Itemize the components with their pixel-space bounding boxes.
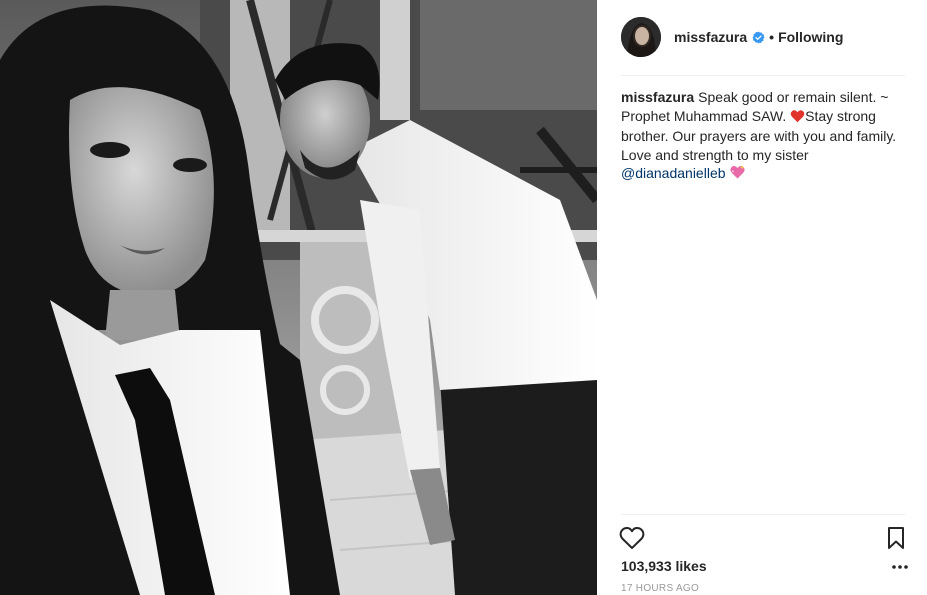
caption-mention-link[interactable]: @dianadanielleb	[621, 165, 726, 181]
save-button[interactable]	[885, 526, 907, 550]
post-side-panel: missfazura • Following missfazura Speak g…	[597, 0, 927, 595]
likes-count[interactable]: 103,933 likes	[621, 558, 707, 574]
sparkling-heart-icon	[729, 164, 746, 185]
verified-badge-icon	[752, 31, 765, 44]
post-photo[interactable]	[0, 0, 597, 595]
post-timestamp[interactable]: 17 HOURS AGO	[621, 583, 699, 594]
caption-username-link[interactable]: missfazura	[621, 89, 694, 105]
following-button[interactable]: Following	[778, 29, 843, 45]
like-button[interactable]	[619, 526, 645, 550]
header-divider	[621, 75, 905, 76]
actions-divider	[621, 514, 905, 515]
post-caption: missfazura Speak good or remain silent. ~…	[621, 88, 911, 185]
post-actions-bar	[619, 524, 909, 552]
heart-outline-icon	[619, 526, 645, 549]
red-heart-icon	[790, 109, 805, 128]
avatar-image-icon	[621, 17, 661, 57]
more-options-button[interactable]	[889, 560, 911, 574]
separator-dot: •	[769, 29, 775, 45]
post-header: missfazura • Following	[621, 16, 905, 58]
selfie-photo	[0, 0, 597, 595]
more-options-icon	[892, 565, 908, 569]
author-avatar[interactable]	[621, 17, 661, 57]
author-username-link[interactable]: missfazura	[674, 29, 747, 45]
bookmark-icon	[888, 527, 904, 549]
